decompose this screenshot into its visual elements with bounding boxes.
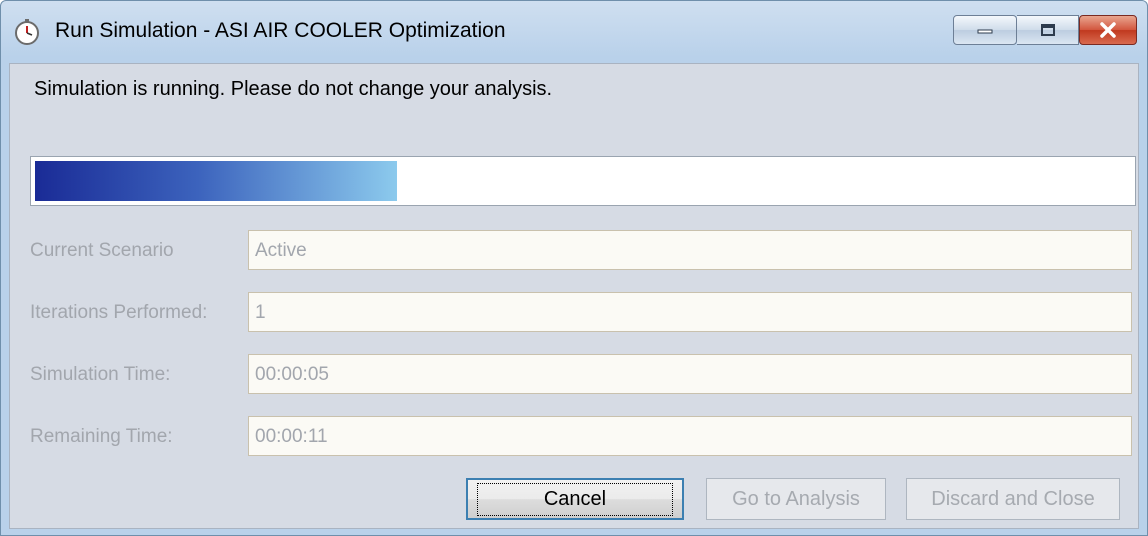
progress-fill bbox=[35, 161, 397, 201]
simulation-progress-bar bbox=[30, 156, 1136, 206]
discard-and-close-button[interactable]: Discard and Close bbox=[906, 478, 1120, 520]
iterations-performed-row: Iterations Performed: 1 bbox=[10, 292, 1140, 332]
current-scenario-field: Active bbox=[248, 230, 1132, 270]
maximize-button[interactable] bbox=[1017, 15, 1079, 45]
current-scenario-row: Current Scenario Active bbox=[10, 230, 1140, 270]
remaining-time-field: 00:00:11 bbox=[248, 416, 1132, 456]
cancel-button-label: Cancel bbox=[476, 482, 674, 516]
window-title: Run Simulation - ASI AIR COOLER Optimiza… bbox=[55, 19, 506, 42]
simulation-time-field: 00:00:05 bbox=[248, 354, 1132, 394]
maximize-icon bbox=[1040, 24, 1055, 36]
stopwatch-icon bbox=[15, 19, 39, 45]
title-bar[interactable]: Run Simulation - ASI AIR COOLER Optimiza… bbox=[1, 1, 1147, 63]
dialog-body: Simulation is running. Please do not cha… bbox=[9, 63, 1139, 529]
iterations-performed-label: Iterations Performed: bbox=[30, 302, 208, 323]
simulation-time-label: Simulation Time: bbox=[30, 364, 171, 385]
minimize-button[interactable] bbox=[953, 15, 1017, 45]
go-to-analysis-button[interactable]: Go to Analysis bbox=[706, 478, 886, 520]
iterations-performed-field: 1 bbox=[248, 292, 1132, 332]
cancel-button[interactable]: Cancel bbox=[466, 478, 684, 520]
close-button[interactable] bbox=[1079, 15, 1137, 45]
close-icon bbox=[1100, 22, 1116, 38]
remaining-time-row: Remaining Time: 00:00:11 bbox=[10, 416, 1140, 456]
minimize-icon bbox=[977, 29, 993, 34]
status-message: Simulation is running. Please do not cha… bbox=[34, 78, 553, 100]
run-simulation-window: Run Simulation - ASI AIR COOLER Optimiza… bbox=[0, 0, 1148, 536]
remaining-time-label: Remaining Time: bbox=[30, 426, 173, 447]
simulation-time-row: Simulation Time: 00:00:05 bbox=[10, 354, 1140, 394]
current-scenario-label: Current Scenario bbox=[30, 240, 174, 261]
